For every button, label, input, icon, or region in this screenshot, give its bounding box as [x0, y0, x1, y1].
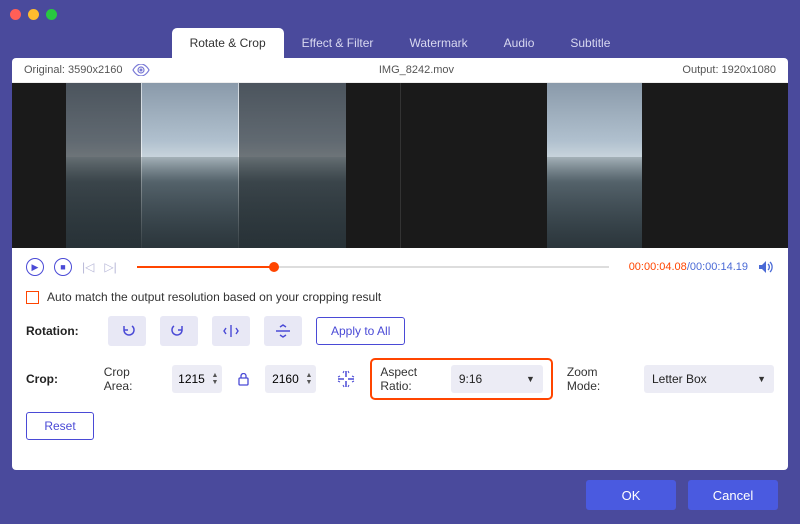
aspect-ratio-group: Aspect Ratio: 9:16▼ [370, 358, 552, 400]
preview-original[interactable] [12, 83, 400, 248]
maximize-dot[interactable] [46, 9, 57, 20]
seek-track[interactable] [137, 266, 609, 268]
reset-button[interactable]: Reset [26, 412, 94, 440]
time-display: 00:00:04.08/00:00:14.19 [629, 261, 748, 273]
volume-icon[interactable] [758, 260, 774, 274]
stop-button[interactable]: ■ [54, 258, 72, 276]
tab-watermark[interactable]: Watermark [391, 28, 485, 58]
crop-height-input[interactable]: ▲▼ [265, 365, 316, 393]
minimize-dot[interactable] [28, 9, 39, 20]
output-resolution: Output: 1920x1080 [682, 64, 776, 76]
aspect-ratio-select[interactable]: 9:16▼ [451, 365, 543, 393]
tabs: Rotate & Crop Effect & Filter Watermark … [0, 28, 800, 58]
rotation-label: Rotation: [26, 324, 94, 338]
next-frame-button[interactable]: ▷| [104, 260, 116, 274]
close-dot[interactable] [10, 9, 21, 20]
auto-match-label: Auto match the output resolution based o… [47, 290, 381, 304]
tab-effect-filter[interactable]: Effect & Filter [284, 28, 392, 58]
rotate-right-button[interactable] [160, 316, 198, 346]
auto-match-row: Auto match the output resolution based o… [26, 290, 774, 304]
cancel-button[interactable]: Cancel [688, 480, 778, 510]
crosshair-icon[interactable] [336, 369, 356, 389]
zoom-mode-label: Zoom Mode: [567, 365, 630, 393]
lock-icon[interactable] [238, 373, 249, 386]
rotate-left-button[interactable] [108, 316, 146, 346]
preview-output [400, 83, 789, 248]
original-resolution: Original: 3590x2160 [24, 64, 122, 76]
info-bar: Original: 3590x2160 IMG_8242.mov Output:… [12, 58, 788, 83]
main-panel: Original: 3590x2160 IMG_8242.mov Output:… [12, 58, 788, 470]
aspect-ratio-label: Aspect Ratio: [380, 365, 440, 393]
flip-vertical-button[interactable] [264, 316, 302, 346]
titlebar [0, 0, 800, 28]
crop-width-input[interactable]: ▲▼ [172, 365, 223, 393]
preview-area [12, 83, 788, 248]
playbar: ▶ ■ |◁ ▷| 00:00:04.08/00:00:14.19 [26, 258, 774, 276]
flip-horizontal-button[interactable] [212, 316, 250, 346]
filename: IMG_8242.mov [379, 64, 454, 76]
apply-to-all-button[interactable]: Apply to All [316, 317, 405, 345]
crop-label: Crop: [26, 372, 90, 386]
crop-area-label: Crop Area: [104, 365, 158, 393]
play-button[interactable]: ▶ [26, 258, 44, 276]
crop-row: Crop: Crop Area: ▲▼ ▲▼ Aspect Ratio: 9:1… [26, 358, 774, 400]
footer: OK Cancel [0, 470, 800, 524]
tab-subtitle[interactable]: Subtitle [552, 28, 628, 58]
controls: ▶ ■ |◁ ▷| 00:00:04.08/00:00:14.19 Auto m… [12, 248, 788, 470]
prev-frame-button[interactable]: |◁ [82, 260, 94, 274]
ok-button[interactable]: OK [586, 480, 676, 510]
reset-row: Reset [26, 412, 774, 440]
auto-match-checkbox[interactable] [26, 291, 39, 304]
rotation-row: Rotation: Apply to All [26, 316, 774, 346]
tab-audio[interactable]: Audio [486, 28, 553, 58]
tab-rotate-crop[interactable]: Rotate & Crop [172, 28, 284, 58]
zoom-mode-select[interactable]: Letter Box▼ [644, 365, 774, 393]
eye-icon[interactable] [132, 64, 150, 76]
